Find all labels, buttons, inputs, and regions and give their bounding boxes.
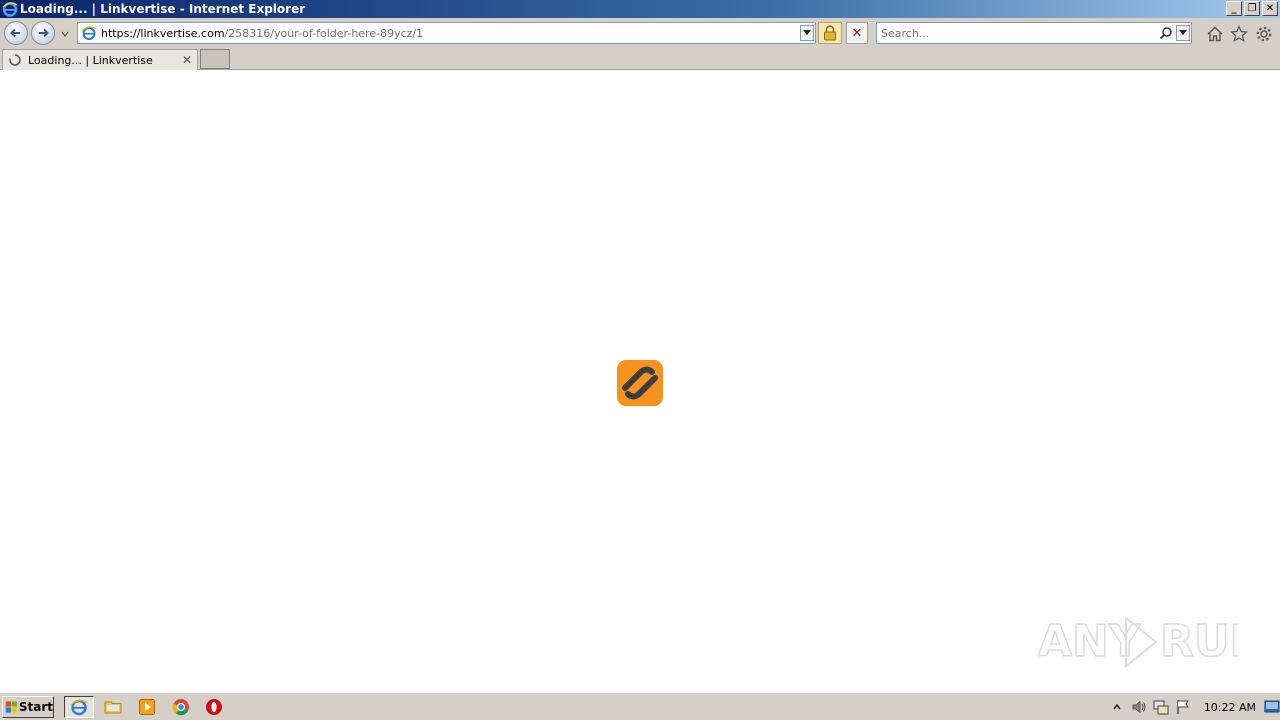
favorites-star-icon[interactable] xyxy=(1230,25,1248,43)
network-button[interactable] xyxy=(1152,698,1170,716)
search-icon[interactable] xyxy=(1159,26,1173,40)
system-tray: 10:22 AM xyxy=(1104,695,1280,719)
search-dropdown-button[interactable] xyxy=(1176,25,1190,41)
recent-pages-dropdown-icon[interactable] xyxy=(60,29,70,39)
clock[interactable]: 10:22 AM xyxy=(1204,701,1256,714)
internet-explorer-icon xyxy=(70,699,88,716)
restore-button[interactable]: ❐ xyxy=(1244,1,1260,16)
back-arrow-icon xyxy=(10,28,20,38)
url-path: /258316/your-of-folder-here-89ycz/1 xyxy=(224,26,424,40)
network-icon xyxy=(1153,700,1169,715)
taskbar: Start 10:22 AM xyxy=(0,692,1280,720)
media-player-icon xyxy=(139,699,155,715)
flag-icon xyxy=(1177,700,1189,714)
show-desktop-icon[interactable] xyxy=(1264,699,1280,715)
start-button[interactable]: Start xyxy=(2,696,54,718)
chevron-up-icon xyxy=(1113,703,1121,710)
search-input[interactable] xyxy=(881,26,1151,40)
opera-icon xyxy=(206,699,222,715)
back-button[interactable] xyxy=(4,21,28,45)
lock-icon xyxy=(824,25,836,41)
chevron-down-icon xyxy=(803,30,811,35)
internet-explorer-icon xyxy=(2,2,18,17)
loading-spinner-icon xyxy=(9,54,21,66)
file-explorer-icon xyxy=(104,701,122,714)
speaker-icon xyxy=(1132,700,1146,714)
minimize-button[interactable]: _ xyxy=(1226,1,1242,16)
taskbar-opera[interactable] xyxy=(199,696,229,718)
stop-x-icon: ✕ xyxy=(851,25,863,41)
taskbar-file-explorer[interactable] xyxy=(98,696,128,718)
anyrun-watermark: ANY RUN xyxy=(1038,615,1238,669)
window-title: Loading... | Linkvertise - Internet Expl… xyxy=(20,2,306,16)
svg-text:RUN: RUN xyxy=(1160,616,1238,667)
navigation-bar: https://linkvertise.com/258316/your-of-f… xyxy=(0,18,1280,48)
chrome-icon xyxy=(172,699,189,716)
taskbar-internet-explorer[interactable] xyxy=(64,696,94,718)
url-domain: https://linkvertise.com xyxy=(101,26,225,40)
linkvertise-logo-icon xyxy=(617,360,663,406)
search-box[interactable] xyxy=(876,22,1192,44)
forward-button[interactable] xyxy=(31,21,55,45)
show-hidden-icons-button[interactable] xyxy=(1108,698,1126,716)
address-bar[interactable]: https://linkvertise.com/258316/your-of-f… xyxy=(77,22,816,44)
home-icon[interactable] xyxy=(1206,25,1224,43)
start-label: Start xyxy=(18,700,53,714)
page-content: ANY RUN xyxy=(0,70,1280,692)
tab-bar: Loading... | Linkvertise ✕ xyxy=(0,48,1280,70)
windows-flag-icon xyxy=(5,701,18,713)
tab-label: Loading... | Linkvertise xyxy=(28,53,153,67)
stop-button[interactable]: ✕ xyxy=(846,22,868,44)
security-lock-button[interactable] xyxy=(818,22,842,44)
window-titlebar: Loading... | Linkvertise - Internet Expl… xyxy=(0,0,1280,18)
taskbar-chrome[interactable] xyxy=(166,696,196,718)
forward-arrow-icon xyxy=(39,28,49,38)
gear-icon[interactable] xyxy=(1255,25,1273,43)
volume-button[interactable] xyxy=(1130,698,1148,716)
new-tab-button[interactable] xyxy=(200,49,230,69)
page-favicon-icon xyxy=(81,26,97,40)
tab-linkvertise[interactable]: Loading... | Linkvertise ✕ xyxy=(2,49,198,70)
taskbar-media-player[interactable] xyxy=(132,696,162,718)
url-text[interactable]: https://linkvertise.com/258316/your-of-f… xyxy=(101,27,423,40)
address-dropdown-button[interactable] xyxy=(800,25,814,41)
close-button[interactable]: ✕ xyxy=(1262,1,1278,16)
chevron-down-icon xyxy=(1179,30,1187,35)
tab-close-icon[interactable]: ✕ xyxy=(182,53,192,67)
action-center-button[interactable] xyxy=(1174,698,1192,716)
